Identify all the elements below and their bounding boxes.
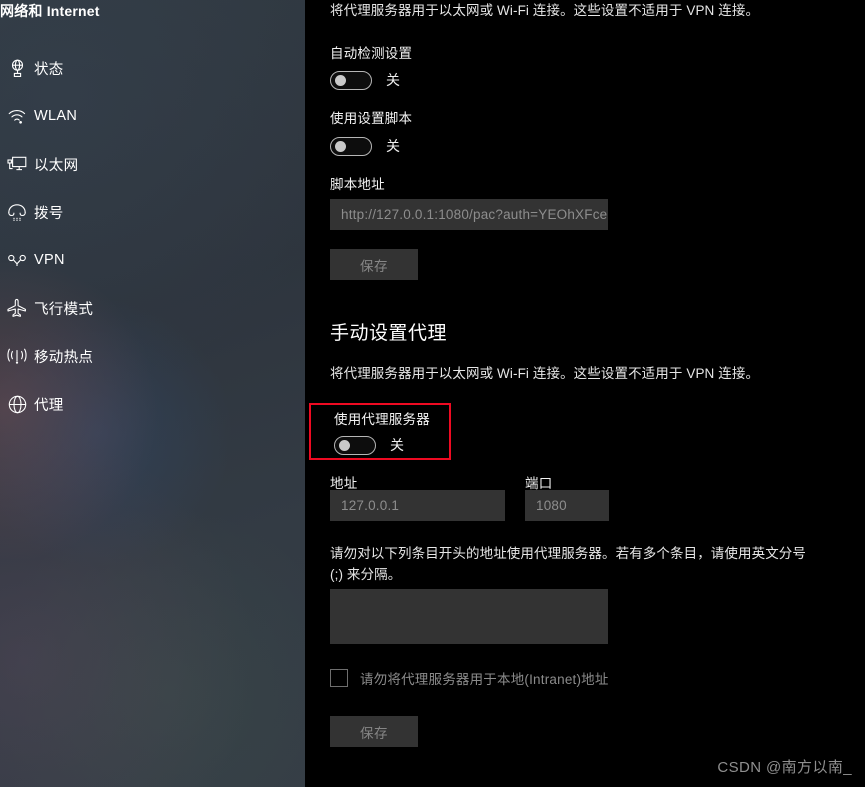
sidebar-item-label: 代理 [34, 397, 64, 414]
proxy-settings-pane: 将代理服务器用于以太网或 Wi-Fi 连接。这些设置不适用于 VPN 连接。 自… [305, 0, 865, 787]
proxy-port-label: 端口 [525, 476, 553, 491]
sidebar-item-mobile-hotspot[interactable]: 移动热点 [0, 340, 305, 372]
auto-detect-settings-label: 自动检测设置 [330, 46, 413, 61]
use-setup-script-state: 关 [386, 138, 400, 154]
proxy-exceptions-description: 请勿对以下列条目开头的地址使用代理服务器。若有多个条目，请使用英文分号 (;) … [330, 546, 806, 582]
script-address-input[interactable]: http://127.0.0.1:1080/pac?auth=YEOhXFce [330, 199, 608, 230]
sidebar-item-vpn[interactable]: VPN [0, 244, 305, 276]
sidebar-item-label: 飞行模式 [34, 301, 94, 318]
sidebar-item-label: 状态 [34, 61, 64, 78]
sidebar-item-airplane-mode[interactable]: 飞行模式 [0, 292, 305, 324]
csdn-watermark: CSDN @南方以南_ [717, 759, 852, 776]
toggle-knob [335, 74, 346, 86]
toggle-knob [335, 140, 346, 152]
use-proxy-server-row: 关 [334, 435, 404, 455]
wifi-icon [0, 104, 34, 128]
proxy-exceptions-textarea[interactable] [330, 589, 608, 644]
airplane-icon [0, 296, 34, 320]
dialup-phone-icon [0, 200, 34, 224]
globe-icon [0, 392, 34, 416]
sidebar-item-wlan[interactable]: WLAN [0, 100, 305, 132]
manual-setup-heading: 手动设置代理 [330, 323, 448, 344]
sidebar-nav: 状态 WLAN 以太网 拨号 VPN 飞行模式 移动热点 代理 [0, 52, 305, 436]
use-setup-script-label: 使用设置脚本 [330, 111, 413, 126]
toggle-knob [339, 439, 350, 451]
use-proxy-server-state: 关 [390, 437, 404, 453]
ethernet-icon [0, 152, 34, 176]
page-title: 网络和 Internet [0, 3, 100, 19]
auto-detect-settings-toggle[interactable] [330, 70, 372, 90]
script-address-label: 脚本地址 [330, 177, 385, 192]
auto-detect-settings-row: 关 [330, 70, 400, 90]
sidebar-item-status[interactable]: 状态 [0, 52, 305, 84]
sidebar-item-label: 移动热点 [34, 349, 94, 366]
manual-setup-save-button[interactable]: 保存 [330, 716, 418, 747]
sidebar-item-ethernet[interactable]: 以太网 [0, 148, 305, 180]
manual-setup-description: 将代理服务器用于以太网或 Wi-Fi 连接。这些设置不适用于 VPN 连接。 [330, 366, 760, 381]
sidebar-item-label: WLAN [34, 108, 78, 124]
vpn-icon [0, 248, 34, 272]
proxy-address-input[interactable]: 127.0.0.1 [330, 490, 505, 521]
use-setup-script-toggle[interactable] [330, 136, 372, 156]
hotspot-icon [0, 344, 34, 368]
sidebar-item-proxy[interactable]: 代理 [0, 388, 305, 420]
proxy-port-input[interactable]: 1080 [525, 490, 609, 521]
auto-setup-save-button[interactable]: 保存 [330, 249, 418, 280]
bypass-local-addresses-row[interactable]: 请勿将代理服务器用于本地(Intranet)地址 [330, 668, 609, 688]
use-proxy-server-label: 使用代理服务器 [334, 412, 430, 427]
auto-setup-description: 将代理服务器用于以太网或 Wi-Fi 连接。这些设置不适用于 VPN 连接。 [330, 3, 760, 18]
settings-sidebar: 网络和 Internet 状态 WLAN 以太网 拨号 VPN 飞行模式 移动热… [0, 0, 305, 787]
network-status-icon [0, 56, 34, 80]
sidebar-item-label: VPN [34, 252, 65, 268]
use-setup-script-row: 关 [330, 136, 400, 156]
auto-detect-settings-state: 关 [386, 72, 400, 88]
bypass-local-addresses-label: 请勿将代理服务器用于本地(Intranet)地址 [360, 672, 609, 687]
sidebar-item-label: 以太网 [34, 157, 79, 174]
sidebar-item-label: 拨号 [34, 205, 64, 222]
proxy-address-label: 地址 [330, 476, 358, 491]
use-proxy-server-toggle[interactable] [334, 435, 376, 455]
sidebar-item-dialup[interactable]: 拨号 [0, 196, 305, 228]
bypass-local-addresses-checkbox[interactable] [330, 669, 348, 687]
